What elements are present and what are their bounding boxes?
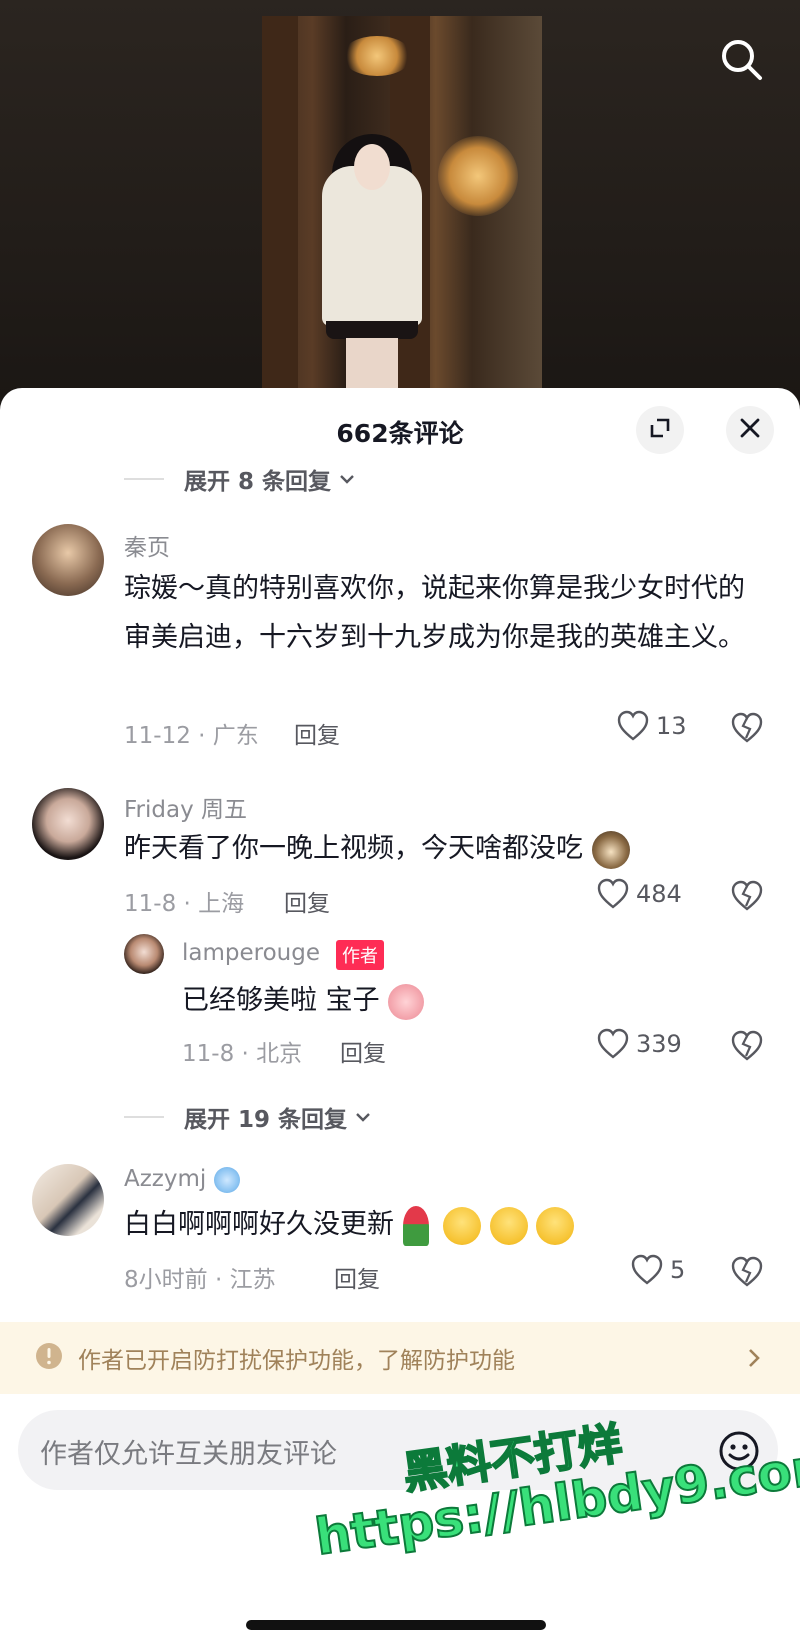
like-button[interactable]: 484 <box>596 878 682 910</box>
dislike-button[interactable] <box>730 1256 764 1290</box>
author-badge: 作者 <box>336 940 384 970</box>
like-count: 5 <box>670 1256 686 1284</box>
broken-heart-icon <box>731 880 763 911</box>
reply-date-location: 11-8 · 北京 <box>182 1041 303 1067</box>
reply-username[interactable]: lamperouge <box>182 940 320 966</box>
avatar[interactable] <box>32 524 104 596</box>
reply-button[interactable]: 回复 <box>340 1034 386 1068</box>
comment-date-location: 11-12 · 广东 <box>124 723 259 749</box>
chevron-down-icon <box>340 475 354 484</box>
protection-notice-text: 作者已开启防打扰保护功能，了解防护功能 <box>78 1348 515 1374</box>
door-frame-left <box>262 16 298 388</box>
like-button[interactable]: 5 <box>630 1254 685 1286</box>
broken-heart-icon <box>731 1256 763 1287</box>
broken-heart-icon <box>731 712 763 743</box>
expand-replies-label: 展开 19 条回复 <box>184 1107 348 1133</box>
like-button[interactable]: 339 <box>596 1028 682 1060</box>
comment-username[interactable]: Azzymj <box>124 1166 240 1193</box>
reply-button[interactable]: 回复 <box>294 716 340 750</box>
avatar[interactable] <box>32 788 104 860</box>
comment-text: 昨天看了你一晚上视频，今天啥都没吃 <box>124 824 754 873</box>
person-face <box>354 144 390 190</box>
person-coat <box>322 166 422 326</box>
home-indicator[interactable] <box>246 1620 546 1630</box>
video-preview[interactable] <box>0 0 800 400</box>
comment-date-location: 11-8 · 上海 <box>124 891 245 917</box>
video-thumbnail[interactable] <box>262 16 542 388</box>
protection-notice-bar[interactable]: 作者已开启防打扰保护功能，了解防护功能 <box>0 1322 800 1394</box>
person-skirt <box>326 321 418 339</box>
crying-emoji <box>443 1206 482 1245</box>
heart-icon <box>597 1028 629 1059</box>
divider-line <box>124 1116 164 1118</box>
expand-replies-label: 展开 8 条回复 <box>184 469 332 495</box>
smiley-icon <box>719 1431 759 1471</box>
heart-icon <box>631 1254 663 1285</box>
rose-emoji <box>402 1205 429 1246</box>
divider-line <box>124 478 164 480</box>
person-legs <box>346 338 398 388</box>
like-count: 484 <box>636 880 682 908</box>
comment-text-content: 昨天看了你一晚上视频，今天啥都没吃 <box>124 833 583 864</box>
comment-username[interactable]: 秦页 <box>124 528 170 562</box>
search-icon[interactable] <box>716 34 768 86</box>
like-count: 13 <box>656 712 687 740</box>
comment-text-content: 白白啊啊啊好久没更新 <box>124 1209 394 1240</box>
reply-button[interactable]: 回复 <box>284 884 330 918</box>
comment-text: 琮媛～真的特别喜欢你，说起来你算是我少女时代的审美启迪，十六岁到十九岁成为你是我… <box>124 573 745 653</box>
like-button[interactable]: 13 <box>616 710 687 742</box>
ceiling-lamp <box>342 36 412 76</box>
comment-text: 白白啊啊啊好久没更新 <box>124 1200 754 1249</box>
dog-emoji <box>591 830 630 869</box>
info-icon <box>34 1341 64 1375</box>
heart-icon <box>597 878 629 909</box>
comment-date-location: 8小时前 · 江苏 <box>124 1267 276 1293</box>
dislike-button[interactable] <box>730 1030 764 1064</box>
crying-emoji <box>536 1206 575 1245</box>
comment-username[interactable]: Friday 周五 <box>124 790 247 824</box>
expand-replies-button[interactable]: 展开 19 条回复 <box>124 1100 373 1134</box>
flower-light <box>438 136 518 216</box>
close-icon <box>738 416 762 444</box>
comment-input[interactable]: 作者仅允许互关朋友评论 <box>18 1410 778 1490</box>
avatar[interactable] <box>124 934 164 974</box>
expand-sheet-button[interactable] <box>636 406 684 454</box>
chevron-down-icon <box>356 1113 370 1122</box>
close-button[interactable] <box>726 406 774 454</box>
reply-text-content: 已经够美啦 宝子 <box>182 985 380 1016</box>
emoji-button[interactable] <box>718 1430 760 1472</box>
dislike-button[interactable] <box>730 880 764 914</box>
dislike-button[interactable] <box>730 712 764 746</box>
expand-icon <box>648 416 672 444</box>
like-count: 339 <box>636 1030 682 1058</box>
comment-username-text: Azzymj <box>124 1166 207 1192</box>
reply-button[interactable]: 回复 <box>334 1260 380 1294</box>
reply-text: 已经够美啦 宝子 <box>182 976 742 1025</box>
comment-input-placeholder: 作者仅允许互关朋友评论 <box>40 1439 337 1470</box>
crying-emoji <box>489 1206 528 1245</box>
wind-emoji <box>213 1166 240 1193</box>
expand-replies-button[interactable]: 展开 8 条回复 <box>124 462 357 496</box>
comment-sheet: 662条评论 展开 8 条回复 秦页 琮媛～真的特别喜欢你，说起来你算是我少女时… <box>0 388 800 1651</box>
avatar[interactable] <box>32 1164 104 1236</box>
broken-heart-icon <box>731 1030 763 1061</box>
pig-emoji <box>388 983 425 1020</box>
heart-icon <box>617 710 649 741</box>
chevron-right-icon <box>744 1344 764 1376</box>
